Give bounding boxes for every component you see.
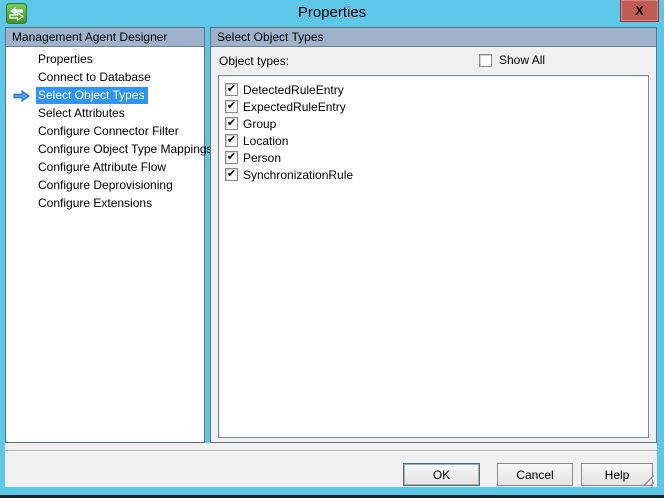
object-type-row-group[interactable]: ✔ Group bbox=[219, 115, 648, 132]
object-type-label: ExpectedRuleEntry bbox=[243, 99, 346, 114]
sidebar-item-label: Configure Extensions bbox=[38, 196, 153, 210]
sidebar-item-label: Select Object Types bbox=[36, 87, 148, 104]
show-all-checkbox-box[interactable] bbox=[479, 53, 492, 67]
sidebar-item-configure-attribute-flow[interactable]: Configure Attribute Flow bbox=[6, 159, 204, 177]
main-header: Select Object Types bbox=[211, 28, 656, 47]
sidebar-item-configure-connector-filter[interactable]: Configure Connector Filter bbox=[6, 123, 204, 141]
sidebar-item-label: Connect to Database bbox=[38, 70, 151, 84]
object-type-label: DetectedRuleEntry bbox=[243, 82, 344, 97]
cancel-button[interactable]: Cancel bbox=[497, 463, 573, 486]
sidebar-item-configure-extensions[interactable]: Configure Extensions bbox=[6, 195, 204, 213]
checked-checkbox-icon[interactable]: ✔ bbox=[225, 83, 238, 96]
window-title: Properties bbox=[297, 4, 367, 21]
checked-checkbox-icon[interactable]: ✔ bbox=[225, 168, 238, 181]
checked-checkbox-icon[interactable]: ✔ bbox=[225, 151, 238, 164]
close-icon: X bbox=[635, 3, 644, 18]
object-types-listbox[interactable]: ✔ DetectedRuleEntry ✔ ExpectedRuleEntry ✔ Gro… bbox=[218, 75, 649, 438]
checked-checkbox-icon[interactable]: ✔ bbox=[225, 134, 238, 147]
button-bar-divider bbox=[5, 450, 657, 452]
help-button[interactable]: Help bbox=[581, 463, 653, 486]
object-type-row-detectedruleentry[interactable]: ✔ DetectedRuleEntry bbox=[219, 81, 648, 98]
show-all-checkbox[interactable]: Show All bbox=[479, 53, 545, 67]
sidebar-item-label: Configure Attribute Flow bbox=[38, 160, 167, 174]
selected-item-arrow-icon bbox=[13, 90, 30, 102]
titlebar: Properties X bbox=[0, 0, 664, 27]
main-body: Object types: Show All ✔ DetectedRuleEntr… bbox=[211, 47, 656, 442]
sidebar-header: Management Agent Designer bbox=[6, 28, 204, 47]
object-type-row-expectedruleentry[interactable]: ✔ ExpectedRuleEntry bbox=[219, 98, 648, 115]
sidebar-item-label: Configure Connector Filter bbox=[38, 124, 179, 138]
sidebar-item-select-object-types[interactable]: Select Object Types bbox=[6, 87, 204, 105]
properties-dialog: Properties X Management Agent Designer P… bbox=[0, 0, 664, 498]
object-type-row-person[interactable]: ✔ Person bbox=[219, 149, 648, 166]
sidebar-item-properties[interactable]: Properties bbox=[6, 51, 204, 69]
object-type-label: Location bbox=[243, 133, 289, 148]
sidebar-item-select-attributes[interactable]: Select Attributes bbox=[6, 105, 204, 123]
sidebar-item-connect-to-database[interactable]: Connect to Database bbox=[6, 69, 204, 87]
sidebar-item-configure-object-type-mappings[interactable]: Configure Object Type Mappings bbox=[6, 141, 213, 159]
close-button[interactable]: X bbox=[620, 0, 659, 22]
checked-checkbox-icon[interactable]: ✔ bbox=[225, 117, 238, 130]
object-type-label: Person bbox=[243, 150, 282, 165]
main-panel: Select Object Types Object types: Show A… bbox=[210, 27, 657, 443]
sidebar-item-configure-deprovisioning[interactable]: Configure Deprovisioning bbox=[6, 177, 204, 195]
sidebar-item-label: Properties bbox=[38, 52, 93, 66]
object-types-label: Object types: bbox=[219, 54, 290, 68]
sidebar-panel: Management Agent Designer Properties Conn… bbox=[5, 27, 213, 443]
ok-button[interactable]: OK bbox=[403, 463, 480, 486]
sidebar-item-list: Properties Connect to Database Select Obje… bbox=[6, 47, 213, 213]
button-bar: OK Cancel Help bbox=[5, 443, 657, 487]
sidebar-item-label: Configure Object Type Mappings bbox=[38, 142, 213, 156]
show-all-label: Show All bbox=[499, 53, 546, 67]
object-type-row-location[interactable]: ✔ Location bbox=[219, 132, 648, 149]
checked-checkbox-icon[interactable]: ✔ bbox=[225, 100, 238, 113]
object-type-label: Group bbox=[243, 116, 277, 131]
object-type-row-synchronizationrule[interactable]: ✔ SynchronizationRule bbox=[219, 166, 648, 183]
object-type-label: SynchronizationRule bbox=[243, 167, 354, 182]
sidebar-item-label: Configure Deprovisioning bbox=[38, 178, 173, 192]
sidebar-item-label: Select Attributes bbox=[38, 106, 125, 120]
